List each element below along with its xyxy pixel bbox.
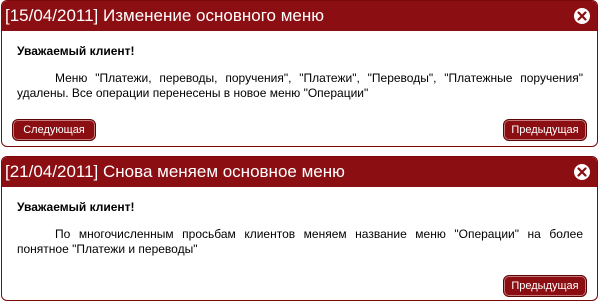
notice-panel: [15/04/2011] Изменение основного меню Ув… bbox=[1, 0, 598, 147]
previous-button[interactable]: Предыдущая bbox=[503, 275, 587, 297]
notice-title: [21/04/2011] Снова меняем основное меню bbox=[5, 162, 345, 181]
next-button[interactable]: Следующая bbox=[12, 119, 96, 141]
notice-greeting: Уважаемый клиент! bbox=[17, 200, 135, 214]
close-icon[interactable] bbox=[573, 7, 591, 25]
notice-titlebar: [21/04/2011] Снова меняем основное меню bbox=[2, 157, 597, 187]
notice-titlebar: [15/04/2011] Изменение основного меню bbox=[2, 1, 597, 31]
close-icon[interactable] bbox=[573, 163, 591, 181]
notice-body: Уважаемый клиент! По многочисленным прос… bbox=[2, 187, 597, 257]
notice-body: Уважаемый клиент! Меню "Платежи, перевод… bbox=[2, 31, 597, 101]
notice-message: Меню "Платежи, переводы, поручения", "Пл… bbox=[17, 71, 583, 100]
notice-panel: [21/04/2011] Снова меняем основное меню … bbox=[1, 156, 598, 301]
notice-greeting: Уважаемый клиент! bbox=[17, 44, 135, 58]
previous-button[interactable]: Предыдущая bbox=[503, 119, 587, 141]
notice-title: [15/04/2011] Изменение основного меню bbox=[5, 6, 325, 25]
notice-message: По многочисленным просьбам клиентов меня… bbox=[17, 227, 583, 256]
